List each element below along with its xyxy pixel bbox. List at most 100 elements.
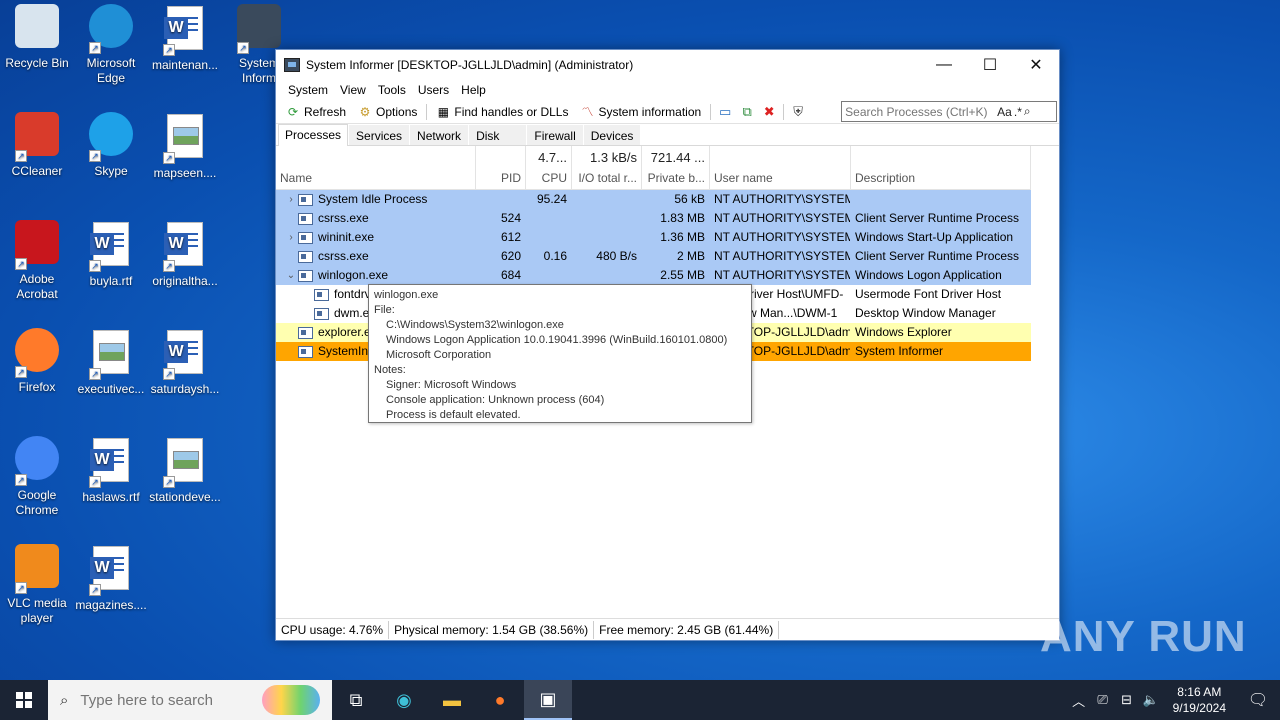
match-case-toggle[interactable]: Aa xyxy=(997,105,1012,119)
find-handles-button[interactable]: ▦ Find handles or DLLs xyxy=(430,101,574,123)
firefox-taskbar-icon[interactable]: ● xyxy=(476,680,524,720)
process-row[interactable]: › wininit.exe 612 1.36 MB NT AUTHORITY\SYSTE… xyxy=(276,228,1031,247)
search-processes-box[interactable]: Aa .* ⌕ xyxy=(841,101,1058,122)
desktop-icon[interactable]: Recycle Bin xyxy=(0,4,74,71)
desktop-icon[interactable]: W ↗ magazines.... xyxy=(74,544,148,613)
column-pid[interactable]: PID xyxy=(476,146,526,189)
desktop-icon-label: buyla.rtf xyxy=(89,274,133,288)
menu-system[interactable]: System xyxy=(282,83,334,97)
window-icon[interactable]: ▭ xyxy=(714,102,736,122)
process-io-cell xyxy=(572,228,642,247)
free-memory-status: Free memory: 2.45 GB (61.44%) xyxy=(594,620,780,639)
process-pid-cell xyxy=(476,190,526,209)
process-desc-cell: Windows Start-Up Application xyxy=(855,230,1014,244)
tooltip-company: Microsoft Corporation xyxy=(386,349,492,361)
process-io-cell: 480 B/s xyxy=(596,249,637,263)
minimize-button[interactable]: — xyxy=(921,50,967,80)
menu-view[interactable]: View xyxy=(334,83,372,97)
desktop-icon[interactable]: ↗ Google Chrome xyxy=(0,436,74,518)
desktop-icon[interactable]: ↗ mapseen.... xyxy=(148,112,222,181)
desktop-icon-label: magazines.... xyxy=(75,598,147,612)
menu-tools[interactable]: Tools xyxy=(372,83,412,97)
word-doc-icon: W ↗ xyxy=(87,438,135,488)
column-user-name[interactable]: User name xyxy=(710,146,851,189)
shield-icon[interactable]: ⛨ xyxy=(787,102,809,122)
column-private-bytes[interactable]: 721.44 ... Private b... xyxy=(642,146,710,189)
column-cpu[interactable]: 4.7... CPU xyxy=(526,146,572,189)
search-icon[interactable]: ⌕ xyxy=(1024,104,1031,119)
process-priv-cell: 2.55 MB xyxy=(660,268,705,282)
desktop-icon-label: Google Chrome xyxy=(15,488,59,517)
desktop-icon[interactable]: W ↗ originaltha... xyxy=(148,220,222,289)
cpu-total: 4.7... xyxy=(538,150,567,165)
tab-disk[interactable]: Disk xyxy=(469,125,527,145)
desktop-icon[interactable]: W ↗ saturdaysh... xyxy=(148,328,222,397)
close-button[interactable]: ✕ xyxy=(1013,50,1059,80)
tab-processes[interactable]: Processes xyxy=(278,124,349,146)
expand-toggle-icon[interactable]: › xyxy=(284,190,298,209)
refresh-button[interactable]: ⟳ Refresh xyxy=(280,101,352,123)
process-row[interactable]: ⌄ winlogon.exe 684 2.55 MB NT AUTHORITY\SYST… xyxy=(276,266,1031,285)
device-icon[interactable]: ⎚ xyxy=(1091,692,1115,708)
desktop-icon[interactable]: ↗ CCleaner xyxy=(0,112,74,179)
desktop-icon[interactable]: ↗ Microsoft Edge xyxy=(74,4,148,86)
tab-devices[interactable]: Devices xyxy=(583,125,641,145)
edge-icon: ↗ xyxy=(87,4,135,54)
find-window-icon[interactable]: ⧉ xyxy=(736,102,758,122)
regex-toggle[interactable]: .* xyxy=(1014,105,1022,119)
process-row[interactable]: › System Idle Process 95.24 56 kB NT AUTHORI… xyxy=(276,190,1031,209)
desktop-icon[interactable]: ↗ executivec... xyxy=(74,328,148,397)
system-information-button[interactable]: 〽 System information xyxy=(574,101,707,123)
volume-icon[interactable]: 🔈 xyxy=(1139,692,1163,708)
menu-help[interactable]: Help xyxy=(455,83,492,97)
start-button[interactable] xyxy=(0,680,48,720)
desktop-icon[interactable]: W ↗ haslaws.rtf xyxy=(74,436,148,505)
process-desc-cell: Usermode Font Driver Host xyxy=(855,287,1002,301)
image-doc-icon: ↗ xyxy=(161,438,209,488)
column-name[interactable]: Name xyxy=(276,146,476,189)
word-doc-icon: W ↗ xyxy=(87,546,135,596)
desktop-icon[interactable]: ↗ Skype xyxy=(74,112,148,179)
tab-network[interactable]: Network xyxy=(410,125,469,145)
tooltip-file-label: File: xyxy=(374,304,395,316)
search-input[interactable] xyxy=(845,104,996,119)
tab-firewall[interactable]: Firewall xyxy=(527,125,583,145)
taskbar-search[interactable]: ⌕ xyxy=(48,680,332,720)
expand-toggle-icon[interactable]: › xyxy=(284,228,298,247)
process-cpu-cell: 95.24 xyxy=(536,192,567,206)
process-row[interactable]: csrss.exe 620 0.16 480 B/s 2 MB NT AUTHORITY\… xyxy=(276,247,1031,266)
image-doc-icon: ↗ xyxy=(87,330,135,380)
tab-services[interactable]: Services xyxy=(349,125,410,145)
network-icon[interactable]: ⊟ xyxy=(1115,692,1139,708)
options-button[interactable]: ⚙ Options xyxy=(352,101,423,123)
process-name-cell: csrss.exe xyxy=(276,209,476,228)
desktop-icon[interactable]: ↗ stationdeve... xyxy=(148,436,222,505)
column-description[interactable]: Description xyxy=(851,146,1031,189)
title-bar[interactable]: System Informer [DESKTOP-JGLLJLD\admin] … xyxy=(276,50,1059,80)
process-row[interactable]: csrss.exe 524 1.83 MB NT AUTHORITY\SYSTEM Cl… xyxy=(276,209,1031,228)
system-informer-taskbar-icon[interactable]: ▣ xyxy=(524,680,572,720)
process-icon xyxy=(298,345,313,358)
notification-icon[interactable]: 🗨 xyxy=(1236,690,1280,710)
expand-toggle-icon[interactable]: ⌄ xyxy=(284,266,298,285)
desktop-icon[interactable]: ↗ Adobe Acrobat xyxy=(0,220,74,302)
word-doc-icon: W ↗ xyxy=(161,6,209,56)
shortcut-arrow-icon: ↗ xyxy=(89,476,101,488)
desktop-icon[interactable]: ↗ VLC media player xyxy=(0,544,74,626)
desktop-icon[interactable]: W ↗ buyla.rtf xyxy=(74,220,148,289)
maximize-button[interactable]: ☐ xyxy=(967,50,1013,80)
clock[interactable]: 8:16 AM 9/19/2024 xyxy=(1163,684,1236,716)
taskbar-search-input[interactable] xyxy=(78,690,249,710)
desktop-icon[interactable]: ↗ Firefox xyxy=(0,328,74,395)
column-io[interactable]: 1.3 kB/s I/O total r... xyxy=(572,146,642,189)
task-view-icon[interactable]: ⧉ xyxy=(332,680,380,720)
shortcut-arrow-icon: ↗ xyxy=(15,474,27,486)
chevron-up-icon[interactable]: ︿ xyxy=(1067,691,1091,710)
desktop-icon-label: mapseen.... xyxy=(153,166,217,180)
terminate-icon[interactable]: ✖ xyxy=(758,102,780,122)
process-pid-cell: 524 xyxy=(500,211,521,225)
file-explorer-taskbar-icon[interactable]: ▬ xyxy=(428,680,476,720)
desktop-icon[interactable]: W ↗ maintenan... xyxy=(148,4,222,73)
edge-taskbar-icon[interactable]: ◉ xyxy=(380,680,428,720)
menu-users[interactable]: Users xyxy=(412,83,455,97)
